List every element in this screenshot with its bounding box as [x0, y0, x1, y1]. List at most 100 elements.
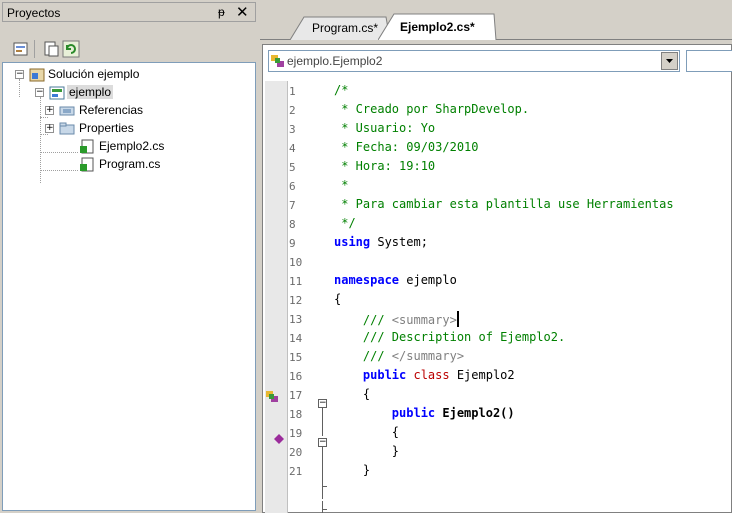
csharp-file-icon [79, 139, 95, 154]
code-line: * Creado por SharpDevelop. [334, 102, 530, 116]
fold-toggle-icon[interactable]: − [318, 438, 327, 447]
code-line: using System; [334, 235, 428, 249]
folding-margin: − − [318, 81, 333, 513]
code-line: { [334, 387, 371, 401]
class-combo[interactable]: ejemplo.Ejemplo2 [268, 50, 680, 72]
projects-toolbar [2, 24, 256, 62]
line-number: 13 [289, 313, 303, 326]
tab-program[interactable]: Program.cs* [290, 16, 392, 40]
expand-icon[interactable]: + [45, 124, 54, 133]
line-number: 19 [289, 427, 303, 440]
code-line: { [334, 292, 342, 306]
code-line: public Ejemplo2() [334, 406, 515, 420]
fold-line [322, 447, 323, 499]
code-line: /// <summary> [334, 311, 459, 327]
code-line: /* [334, 83, 349, 97]
code-line: /// </summary> [334, 349, 464, 363]
keyword: public [334, 368, 407, 382]
keyword: using [334, 235, 371, 249]
file-label: Program.cs [99, 157, 161, 171]
line-number: 4 [289, 142, 296, 155]
project-tree: − Solución ejemplo − ejemplo + Referenci… [2, 62, 256, 511]
toolbar-separator [34, 40, 35, 58]
class-combo-value: ejemplo.Ejemplo2 [287, 54, 383, 68]
text-cursor [456, 311, 459, 327]
code-text-span: ejemplo [399, 273, 457, 287]
tree-node-file-ejemplo2[interactable]: Ejemplo2.cs [80, 139, 237, 157]
tree-node-properties[interactable]: + Properties [45, 121, 217, 139]
code-line: * [334, 178, 349, 192]
pin-icon[interactable]: ᵽ [218, 5, 225, 19]
code-line: * Usuario: Yo [334, 121, 436, 135]
file-label: Ejemplo2.cs [99, 139, 165, 153]
line-number: 12 [289, 294, 303, 307]
csharp-file-icon [79, 157, 95, 172]
project-icon [49, 85, 65, 100]
fold-toggle-icon[interactable]: − [318, 399, 327, 408]
references-icon [59, 103, 75, 118]
fold-line [322, 408, 323, 436]
code-text[interactable]: /* * Creado por SharpDevelop. * Usuario:… [334, 81, 732, 513]
line-number: 14 [289, 332, 303, 345]
show-all-files-icon[interactable] [42, 40, 60, 58]
code-line: } [334, 444, 400, 458]
code-line: /// Description of Ejemplo2. [334, 330, 566, 344]
tree-line [40, 152, 78, 153]
code-line: } [334, 463, 371, 477]
method-marker-icon [274, 434, 284, 444]
properties-folder-icon [59, 121, 75, 136]
fold-end [322, 509, 327, 510]
code-line: public class Ejemplo2 [334, 368, 515, 382]
collapse-icon[interactable]: − [35, 88, 44, 97]
tab-ejemplo2[interactable]: Ejemplo2.cs* [378, 13, 498, 40]
properties-icon[interactable] [12, 40, 30, 58]
line-number: 10 [289, 256, 303, 269]
chevron-down-icon[interactable] [661, 52, 678, 70]
line-number: 5 [289, 161, 296, 174]
bookmark-gutter[interactable] [265, 81, 287, 513]
tab-label: Program.cs* [312, 21, 379, 35]
class-icon [271, 55, 284, 67]
fold-end [322, 486, 327, 487]
line-number: 3 [289, 123, 296, 136]
line-number: 11 [289, 275, 303, 288]
class-marker-icon [266, 391, 278, 402]
fold-line [322, 501, 323, 513]
line-number: 18 [289, 408, 303, 421]
tree-line [40, 134, 48, 135]
code-line: { [334, 425, 400, 439]
close-icon[interactable]: ✕ [236, 3, 249, 21]
tree-line [40, 117, 48, 118]
line-number: 2 [289, 104, 296, 117]
tree-node-references[interactable]: + Referencias [45, 103, 217, 121]
solution-label: Solución ejemplo [48, 67, 140, 81]
line-number: 17 [289, 389, 303, 402]
tree-node-file-program[interactable]: Program.cs [80, 157, 237, 175]
projects-panel-title: Proyectos [7, 6, 61, 20]
doc-tag: </summary> [391, 349, 465, 363]
code-line: * Hora: 19:10 [334, 159, 436, 173]
navigation-bar: ejemplo.Ejemplo2 [266, 50, 732, 74]
collapse-icon[interactable]: − [15, 70, 24, 79]
properties-label: Properties [79, 121, 134, 135]
tree-node-project[interactable]: − ejemplo [31, 85, 151, 103]
code-text-span: Ejemplo2 [449, 368, 515, 382]
tree-node-solution[interactable]: − Solución ejemplo [11, 67, 211, 85]
keyword: namespace [334, 273, 400, 287]
code-line: * Fecha: 09/03/2010 [334, 140, 479, 154]
line-number: 9 [289, 237, 296, 250]
doc-tag: <summary> [391, 313, 457, 327]
projects-panel-header: Proyectos ᵽ ✕ [2, 2, 256, 22]
expand-icon[interactable]: + [45, 106, 54, 115]
line-number: 20 [289, 446, 303, 459]
keyword: public [334, 406, 436, 420]
keyword: class [406, 368, 450, 382]
member-combo[interactable] [686, 50, 732, 72]
tree-line [40, 170, 78, 171]
code-line: */ [334, 216, 356, 230]
line-number: 1 [289, 85, 296, 98]
line-number: 15 [289, 351, 303, 364]
document-tabs: Program.cs* Ejemplo2.cs* [260, 10, 732, 40]
refresh-icon[interactable] [62, 40, 80, 58]
comment: /// [334, 313, 392, 327]
